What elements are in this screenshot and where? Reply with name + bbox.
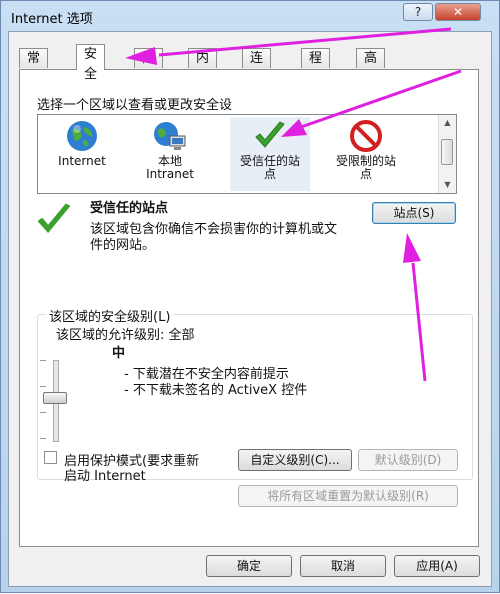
ok-button[interactable]: 确定	[206, 555, 292, 577]
security-panel: 选择一个区域以查看或更改安全设 Internet 本地 Intranet 受信任…	[19, 69, 479, 547]
window-title: Internet 选项	[11, 12, 93, 27]
protected-mode-checkbox[interactable]	[44, 451, 57, 464]
tab-privacy[interactable]: 隐私	[134, 48, 164, 86]
restricted-icon	[350, 120, 382, 152]
zone-list: Internet 本地 Intranet 受信任的站 点 受限制的站 点 ▲ ▼	[37, 114, 457, 194]
zone-trusted-label-2: 点	[263, 167, 276, 181]
tab-connections[interactable]: 连接	[242, 48, 272, 86]
select-zone-label: 选择一个区域以查看或更改安全设	[37, 98, 233, 113]
protected-mode-label-2: 启动 Internet	[64, 469, 146, 484]
dialog-client: 常规 安全 隐私 内容 连接 程序 高级 选择一个区域以查看或更改安全设	[8, 31, 492, 587]
slider-tick	[40, 438, 46, 439]
zone-description-2: 件的网站。	[90, 238, 156, 253]
cancel-button[interactable]: 取消	[300, 555, 386, 577]
help-button[interactable]: ?	[403, 3, 433, 21]
custom-level-button[interactable]: 自定义级别(C)...	[238, 449, 352, 471]
zone-local-intranet[interactable]: 本地 Intranet	[130, 117, 210, 191]
zone-restricted-label-2: 点	[359, 167, 372, 181]
reset-all-zones-button[interactable]: 将所有区域重置为默认级别(R)	[238, 485, 458, 507]
slider-tick	[40, 360, 46, 361]
close-button[interactable]: ✕	[435, 3, 481, 21]
zone-title: 受信任的站点	[90, 201, 169, 216]
zone-list-scrollbar[interactable]: ▲ ▼	[438, 115, 456, 193]
zone-intranet-label-2: Intranet	[146, 167, 194, 181]
internet-options-window: Internet 选项 ? ✕ 常规 安全 隐私 内容 连接 程序 高级 选择一…	[0, 0, 500, 593]
globe-icon	[67, 121, 97, 151]
scroll-down-icon[interactable]: ▼	[439, 177, 456, 193]
allowed-levels-label: 该区域的允许级别: 全部	[56, 328, 195, 343]
tab-security[interactable]: 安全	[76, 44, 106, 82]
slider-tick	[40, 386, 46, 387]
security-level-group-label: 该区域的安全级别(L)	[46, 306, 174, 325]
default-level-button[interactable]: 默认级别(D)	[358, 449, 458, 471]
security-level-name: 中	[112, 346, 126, 361]
security-level-slider-thumb[interactable]	[43, 392, 67, 404]
tab-content[interactable]: 内容	[188, 48, 218, 86]
sites-button[interactable]: 站点(S)	[372, 202, 456, 224]
slider-tick	[40, 412, 46, 413]
title-bar: Internet 选项 ? ✕	[1, 1, 499, 31]
apply-button[interactable]: 应用(A)	[394, 555, 480, 577]
intranet-icon	[154, 122, 186, 150]
tab-advanced[interactable]: 高级	[356, 48, 386, 86]
zone-restricted-sites[interactable]: 受限制的站 点	[326, 117, 406, 191]
tab-programs[interactable]: 程序	[301, 48, 331, 86]
scroll-up-icon[interactable]: ▲	[439, 115, 456, 131]
trusted-check-icon	[37, 203, 71, 233]
tab-general[interactable]: 常规	[19, 48, 49, 86]
zone-internet-label: Internet	[58, 154, 106, 168]
zone-trusted-sites[interactable]: 受信任的站 点	[230, 117, 310, 191]
scroll-thumb[interactable]	[441, 139, 453, 165]
level-description-2: - 不下载未签名的 ActiveX 控件	[124, 383, 308, 398]
check-icon	[255, 121, 285, 148]
zone-internet[interactable]: Internet	[42, 117, 122, 191]
